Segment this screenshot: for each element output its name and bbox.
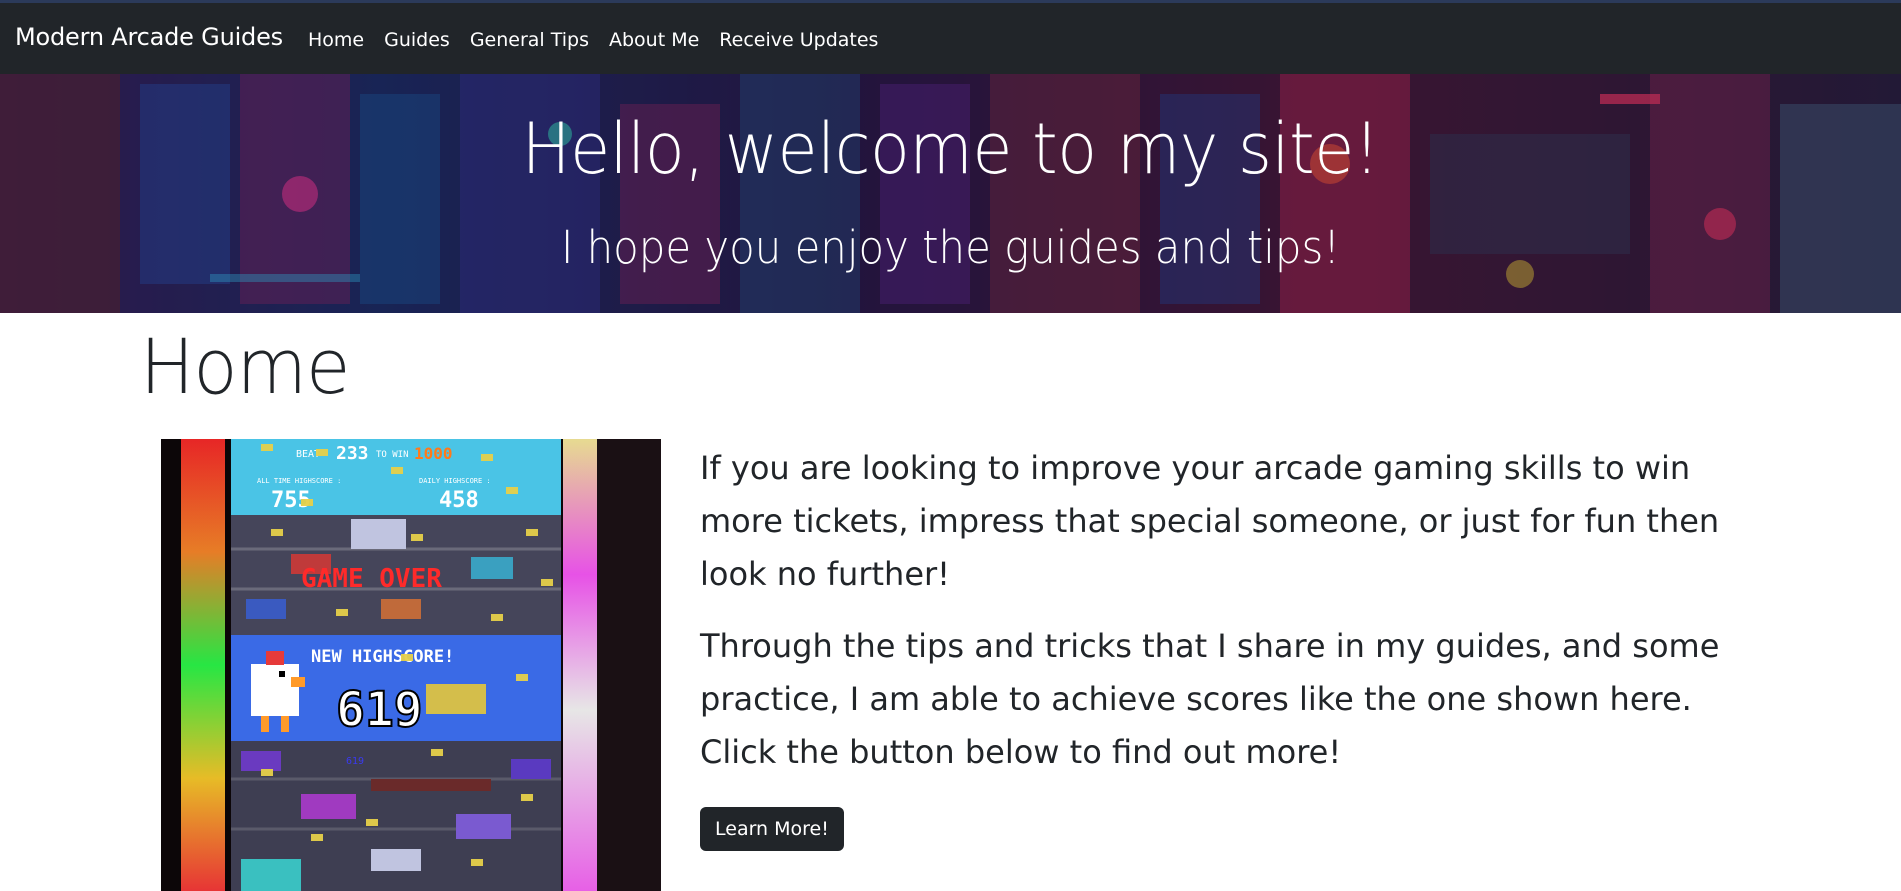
hero-title: Hello, welcome to my site! <box>521 108 1380 190</box>
intro-text-block: If you are looking to improve your arcad… <box>700 442 1760 851</box>
score-value: 619 <box>336 682 423 738</box>
game-over-text: GAME OVER <box>301 564 442 594</box>
daily-label: DAILY HIGHSCORE : <box>419 477 491 485</box>
all-time-label: ALL TIME HIGHSCORE : <box>257 477 341 485</box>
intro-paragraph-1: If you are looking to improve your arcad… <box>700 449 1720 593</box>
nav-link-general-tips[interactable]: General Tips <box>460 29 599 51</box>
top-navbar: Modern Arcade Guides Home Guides General… <box>0 0 1901 74</box>
learn-more-button[interactable]: Learn More! <box>700 807 844 851</box>
brand-logo[interactable]: Modern Arcade Guides <box>15 23 283 51</box>
new-highscore-text: NEW HIGHSCORE! <box>311 647 454 667</box>
nav-link-home[interactable]: Home <box>298 29 374 51</box>
nav-link-about-me[interactable]: About Me <box>599 29 709 51</box>
hero-banner: Hello, welcome to my site! I hope you en… <box>0 74 1901 313</box>
hero-subtitle: I hope you enjoy the guides and tips! <box>560 221 1341 274</box>
daily-value: 458 <box>439 488 479 513</box>
beat-value: 233 <box>336 443 369 464</box>
nav-link-guides[interactable]: Guides <box>374 29 460 51</box>
small-score-value: 619 <box>346 756 364 767</box>
arcade-screen-image: BEAT 233 TO WIN 1000 ALL TIME HIGHSCORE … <box>161 439 661 891</box>
highscore-photo: BEAT 233 TO WIN 1000 ALL TIME HIGHSCORE … <box>161 439 661 891</box>
to-win-label: TO WIN <box>376 450 409 460</box>
nav-link-receive-updates[interactable]: Receive Updates <box>709 29 888 51</box>
page-title: Home <box>140 322 350 411</box>
nav-links: Home Guides General Tips About Me Receiv… <box>298 29 888 51</box>
intro-paragraph-2: Through the tips and tricks that I share… <box>700 627 1720 771</box>
to-win-value: 1000 <box>414 444 453 463</box>
